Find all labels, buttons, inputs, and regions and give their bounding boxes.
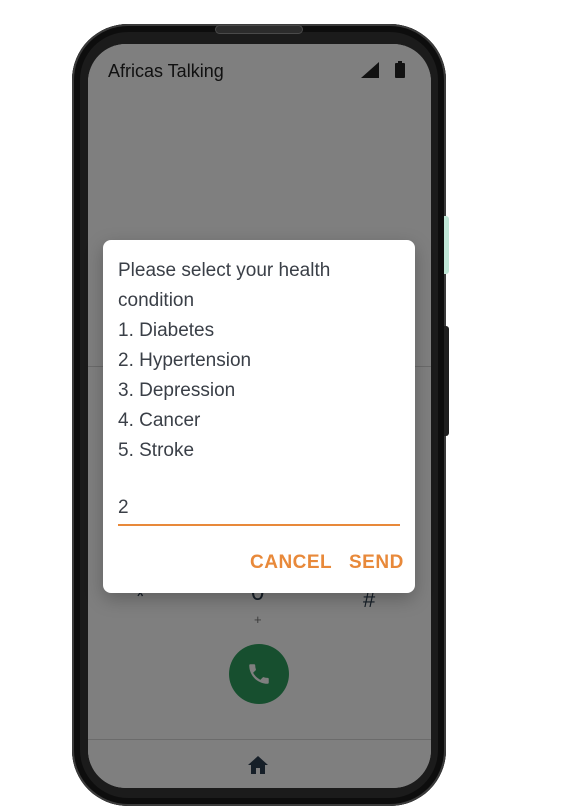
reply-input[interactable] — [118, 492, 400, 526]
dialog-message-line: 1. Diabetes — [118, 320, 215, 341]
dialog-message-line: condition — [118, 290, 195, 311]
phone-side-button-top — [444, 216, 449, 274]
dialog-message-line: 4. Cancer — [118, 410, 201, 431]
ussd-dialog: Please select your health condition 1. D… — [103, 240, 415, 593]
phone-speaker — [215, 25, 303, 34]
phone-side-button-bottom — [444, 326, 449, 436]
send-button[interactable]: SEND — [349, 552, 404, 574]
dialog-message-line: Please select your health — [118, 260, 331, 281]
dialog-message-line: 3. Depression — [118, 380, 236, 401]
dialog-message-line: 5. Stroke — [118, 440, 195, 461]
cancel-button[interactable]: CANCEL — [250, 552, 332, 574]
dialog-message-line: 2. Hypertension — [118, 350, 252, 371]
